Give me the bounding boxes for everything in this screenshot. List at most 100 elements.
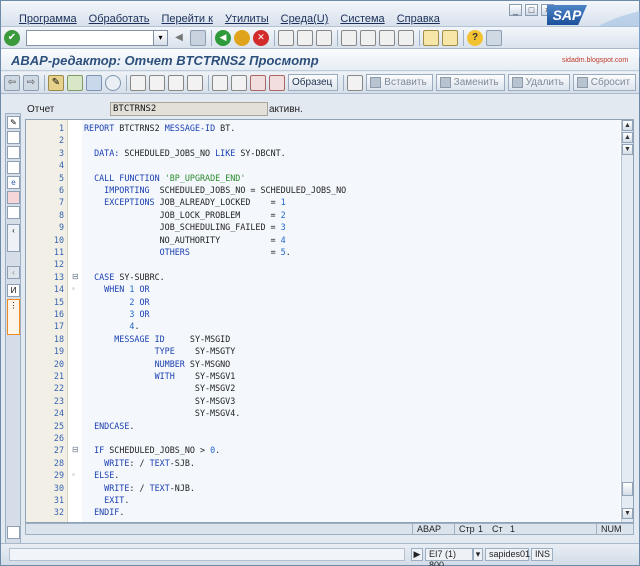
replace-button[interactable]: Заменить [435, 74, 505, 91]
command-field-dropdown-icon[interactable]: ▾ [154, 29, 168, 46]
code-line[interactable]: NO_AUTHORITY = 4 [84, 234, 286, 246]
code-line[interactable]: SY-MSGV4. [84, 407, 240, 419]
code-line[interactable]: JOB_SCHEDULING_FAILED = 3 [84, 221, 286, 233]
menu-item-3[interactable]: Утилиты [225, 13, 269, 25]
save-icon[interactable] [190, 29, 206, 46]
test-icon[interactable] [130, 74, 146, 91]
previous-page-icon[interactable] [360, 29, 376, 46]
menu-item-4[interactable]: Среда(U) [281, 13, 329, 25]
code-line[interactable]: CASE SY-SUBRC. [84, 271, 165, 283]
code-line[interactable]: SY-MSGV2 [84, 382, 235, 394]
code-line[interactable]: IMPORTING SCHEDULED_JOBS_NO = SCHEDULED_… [84, 184, 346, 196]
scroll-up-icon[interactable]: ▲ [622, 120, 633, 131]
code-line[interactable]: JOB_LOCK_PROBLEM = 2 [84, 209, 286, 221]
code-line[interactable]: 4. [84, 320, 139, 332]
code-line[interactable]: 3 OR [84, 308, 149, 320]
history-back-icon[interactable]: ◀ [171, 30, 187, 46]
code-line[interactable]: 2 OR [84, 296, 149, 308]
status-play-icon[interactable]: ▶ [411, 548, 423, 561]
forward-arrow-icon[interactable]: ⇨ [23, 74, 39, 91]
code-line[interactable]: WHEN 1 OR [84, 283, 149, 295]
system-dropdown-icon[interactable]: ▾ [473, 548, 483, 561]
comment-icon[interactable]: ‹ [7, 266, 20, 279]
find-next-icon[interactable] [316, 29, 332, 46]
menu-item-5[interactable]: Система [340, 13, 384, 25]
breakpoint-icon[interactable] [231, 74, 247, 91]
edit-icon[interactable]: ✎ [7, 116, 20, 129]
code-editor[interactable]: 1 2 3 4 5 6 7 8 9 10 11 12 13 14 15 16 17 18 19 20 21 22 23 24 2… [25, 119, 634, 523]
code-line[interactable]: ELSE. [84, 469, 119, 481]
code-line[interactable]: EXCEPTIONS JOB_ALREADY_LOCKED = 1 [84, 196, 286, 208]
print-side-icon[interactable] [7, 526, 20, 539]
minimize-icon[interactable]: _ [509, 4, 522, 16]
vertical-scrollbar[interactable]: ▲ ▲ ▼ ▼ [621, 120, 633, 522]
code-line[interactable]: SY-MSGV3 [84, 395, 235, 407]
code-line[interactable]: OTHERS = 5. [84, 246, 291, 258]
pattern-button[interactable]: Образец [288, 74, 339, 91]
first-page-icon[interactable] [341, 29, 357, 46]
code-line[interactable]: WRITE: / TEXT-SJB. [84, 457, 195, 469]
navigation-window-icon[interactable] [187, 74, 203, 91]
reset-button[interactable]: Сбросит [572, 74, 637, 91]
next-page-icon[interactable] [379, 29, 395, 46]
scroll-page-down-icon[interactable]: ▼ [622, 144, 633, 155]
paste-icon[interactable] [7, 161, 20, 174]
download-icon[interactable]: ‹ [7, 224, 20, 252]
code-area[interactable]: REPORT BTCTRNS2 MESSAGE-ID BT. DATA: SCH… [82, 120, 620, 522]
undo-icon[interactable]: e [7, 176, 20, 189]
cut-icon[interactable] [7, 131, 20, 144]
pretty-printer-icon[interactable] [347, 74, 364, 91]
upload-icon[interactable] [7, 206, 20, 219]
scroll-thumb[interactable] [622, 482, 633, 496]
menu-item-1[interactable]: Обработать [89, 13, 150, 25]
back-icon[interactable]: ◀ [215, 29, 231, 46]
scroll-page-up-icon[interactable]: ▲ [622, 132, 633, 143]
external-breakpoint-icon[interactable] [269, 74, 285, 91]
code-line[interactable]: WRITE: / TEXT-NJB. [84, 482, 195, 494]
code-line[interactable]: CALL FUNCTION 'BP_UPGRADE_END' [84, 172, 245, 184]
redo-icon[interactable] [7, 191, 20, 204]
menu-item-0[interactable]: Программа [19, 13, 77, 25]
menu-item-6[interactable]: Справка [397, 13, 440, 25]
delete-button[interactable]: Удалить [507, 74, 570, 91]
code-line[interactable]: TYPE SY-MSGTY [84, 345, 236, 357]
code-line[interactable]: WITH SY-MSGV1 [84, 370, 236, 382]
maximize-icon[interactable]: □ [525, 4, 538, 16]
active-inactive-icon[interactable] [67, 74, 83, 91]
code-line[interactable]: REPORT BTCTRNS2 MESSAGE-ID BT. [84, 122, 235, 134]
fold-marker-icon[interactable]: ⊟ [72, 271, 79, 283]
exit-icon[interactable] [234, 29, 250, 46]
display-change-icon[interactable]: ✎ [48, 74, 64, 91]
insert-button[interactable]: Вставить [366, 74, 433, 91]
indent-icon[interactable]: И [7, 284, 20, 297]
menu-item-2[interactable]: Перейти к [161, 13, 212, 25]
last-page-icon[interactable] [398, 29, 414, 46]
fold-marker-icon[interactable]: ◦ [72, 283, 75, 295]
fold-marker-icon[interactable]: ◦ [72, 469, 75, 481]
copy-icon[interactable] [7, 146, 20, 159]
code-line[interactable]: ENDCASE. [84, 420, 134, 432]
back-arrow-icon[interactable]: ⇦ [4, 74, 20, 91]
check-icon[interactable] [86, 74, 102, 91]
drag-handle-icon[interactable]: ⋮ [7, 299, 20, 335]
code-line[interactable]: ENDIF. [84, 506, 124, 518]
code-line[interactable]: MESSAGE ID SY-MSGID [84, 333, 230, 345]
activate-icon[interactable] [105, 74, 121, 91]
session-breakpoint-icon[interactable] [250, 74, 266, 91]
new-session-icon[interactable] [423, 29, 439, 46]
help-icon[interactable]: ? [467, 29, 483, 46]
shortcut-icon[interactable] [442, 29, 458, 46]
command-field[interactable] [26, 29, 154, 46]
scroll-down-icon[interactable]: ▼ [622, 508, 633, 519]
where-used-icon[interactable] [149, 74, 165, 91]
code-line[interactable]: DATA: SCHEDULED_JOBS_NO LIKE SY-DBCNT. [84, 147, 286, 159]
fold-marker-icon[interactable]: ⊟ [72, 444, 79, 456]
program-field[interactable]: BTCTRNS2 [110, 102, 268, 116]
cancel-icon[interactable]: ✕ [253, 29, 269, 46]
find-icon[interactable] [297, 29, 313, 46]
object-list-icon[interactable] [168, 74, 184, 91]
code-line[interactable]: NUMBER SY-MSGNO [84, 358, 231, 370]
enter-icon[interactable]: ✔ [4, 29, 20, 46]
print-icon[interactable] [278, 29, 294, 46]
enhance-icon[interactable] [212, 74, 228, 91]
